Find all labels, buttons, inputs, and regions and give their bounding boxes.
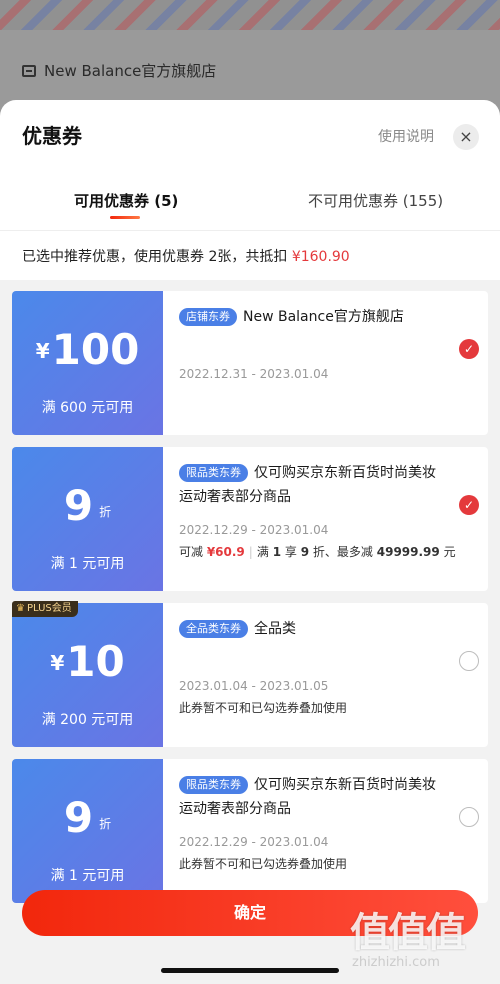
watermark-url: zhizhizhi.com — [352, 955, 440, 970]
coupon-checkbox-checked[interactable]: ✓ — [459, 339, 479, 359]
coupon-validity-date: 2022.12.31 - 2023.01.04 — [179, 367, 329, 381]
sheet-title: 优惠券 — [22, 124, 82, 148]
checkmark-icon: ✓ — [463, 498, 475, 512]
crown-icon: ♛ — [16, 603, 25, 614]
coupon-amount: 9 — [63, 481, 94, 530]
currency-symbol: ¥ — [35, 339, 50, 363]
store-name: New Balance官方旗舰店 — [44, 62, 217, 80]
coupon-value: 9折 — [12, 793, 163, 842]
coupon-details: 限品类东券 仅可购买京东新百货时尚美妆运动奢表部分商品 2022.12.29 - … — [163, 447, 488, 591]
note-discount: 9 — [300, 545, 310, 559]
coupon-card[interactable]: ¥100 满 600 元可用 店铺东券 New Balance官方旗舰店 2022… — [8, 291, 488, 435]
coupon-value-panel: 9折 满 1 元可用 — [8, 759, 163, 903]
coupon-validity-date: 2023.01.04 - 2023.01.05 — [179, 679, 329, 693]
active-tab-indicator — [110, 216, 140, 219]
coupon-checkbox-unchecked[interactable] — [459, 807, 479, 827]
airmail-stripe-decoration — [0, 0, 500, 30]
coupon-value: ¥10 — [12, 637, 163, 686]
close-icon: × — [459, 127, 473, 146]
watermark-logo: 值值值 — [350, 910, 466, 956]
coupon-sheet: 优惠券 使用说明 × 可用优惠券 (5) 不可用优惠券 (155) 已选中推荐优… — [0, 100, 500, 984]
coupon-type-tag: 店铺东券 — [179, 308, 237, 326]
close-button[interactable]: × — [453, 124, 479, 150]
coupon-title: 限品类东券 仅可购买京东新百货时尚美妆运动奢表部分商品 — [179, 461, 441, 509]
note-max-amount: 49999.99 — [376, 545, 440, 559]
coupon-validity-date: 2022.12.29 - 2023.01.04 — [179, 523, 329, 537]
checkmark-icon: ✓ — [463, 342, 475, 356]
note-separator: | — [248, 545, 253, 559]
coupon-type-tag: 限品类东券 — [179, 776, 248, 794]
note-amount: ¥60.9 — [206, 545, 245, 559]
coupon-value: 9折 — [12, 481, 163, 530]
coupon-discount-note: 可减 ¥60.9 | 满 1 享 9 折、最多减 49999.99 元 — [179, 543, 456, 560]
coupon-stacking-note: 此券暂不可和已勾选券叠加使用 — [179, 857, 348, 871]
summary-text: 已选中推荐优惠，使用优惠券 2张，共抵扣 — [22, 249, 292, 265]
coupon-checkbox-unchecked[interactable] — [459, 651, 479, 671]
home-indicator[interactable] — [161, 968, 339, 973]
coupon-title-text: New Balance官方旗舰店 — [243, 309, 404, 325]
note-min-amount: 1 — [272, 545, 282, 559]
coupon-title: 限品类东券 仅可购买京东新百货时尚美妆运动奢表部分商品 — [179, 773, 441, 821]
coupon-details: 全品类东券 全品类 2023.01.04 - 2023.01.05 此券暂不可和已… — [163, 603, 488, 747]
store-icon — [22, 64, 36, 77]
coupon-title-text: 全品类 — [254, 621, 296, 637]
coupon-amount: 100 — [51, 325, 140, 374]
note-prefix: 可减 — [179, 545, 207, 559]
coupon-value-panel: 9折 满 1 元可用 — [8, 447, 163, 591]
discount-unit: 折 — [99, 817, 112, 831]
coupon-condition: 满 600 元可用 — [41, 400, 134, 416]
note-text-e: 折、最多减 — [312, 545, 373, 559]
usage-help-link[interactable]: 使用说明 — [378, 126, 434, 146]
coupon-list[interactable]: ¥100 满 600 元可用 店铺东券 New Balance官方旗舰店 2022… — [0, 280, 500, 984]
store-header[interactable]: New Balance官方旗舰店 — [22, 60, 216, 81]
coupon-stacking-note: 此券暂不可和已勾选券叠加使用 — [179, 701, 348, 715]
coupon-amount: 9 — [63, 793, 94, 842]
coupon-title: 店铺东券 New Balance官方旗舰店 — [179, 305, 441, 329]
tab-available-coupons[interactable]: 可用优惠券 (5) — [74, 190, 178, 211]
summary-amount: ¥160.90 — [291, 249, 350, 265]
coupon-type-tag: 限品类东券 — [179, 464, 248, 482]
coupon-type-tag: 全品类东券 — [179, 620, 248, 638]
discount-unit: 折 — [99, 505, 112, 519]
note-text-c: 享 — [284, 545, 297, 559]
coupon-validity-date: 2022.12.29 - 2023.01.04 — [179, 835, 329, 849]
coupon-value-panel: ¥100 满 600 元可用 — [8, 291, 163, 435]
tab-unavailable-coupons[interactable]: 不可用优惠券 (155) — [308, 190, 443, 211]
selection-summary: 已选中推荐优惠，使用优惠券 2张，共抵扣 ¥160.90 — [22, 246, 350, 266]
coupon-value: ¥100 — [12, 325, 163, 374]
coupon-amount: 10 — [66, 637, 125, 686]
coupon-card[interactable]: 9折 满 1 元可用 限品类东券 仅可购买京东新百货时尚美妆运动奢表部分商品 20… — [8, 447, 488, 591]
coupon-checkbox-checked[interactable]: ✓ — [459, 495, 479, 515]
note-text-g: 元 — [443, 545, 456, 559]
plus-member-badge: ♛ PLUS会员 — [12, 601, 78, 617]
currency-symbol: ¥ — [50, 651, 65, 675]
tabs-divider — [0, 230, 500, 231]
coupon-card[interactable]: 9折 满 1 元可用 限品类东券 仅可购买京东新百货时尚美妆运动奢表部分商品 20… — [8, 759, 488, 903]
coupon-condition: 满 200 元可用 — [41, 712, 134, 728]
plus-badge-label: PLUS会员 — [26, 603, 72, 614]
coupon-value-panel: ¥10 满 200 元可用 — [8, 603, 163, 747]
coupon-card[interactable]: ♛ PLUS会员 ¥10 满 200 元可用 全品类东券 全品类 2023.01.0… — [8, 601, 488, 747]
coupon-details: 限品类东券 仅可购买京东新百货时尚美妆运动奢表部分商品 2022.12.29 - … — [163, 759, 488, 903]
coupon-details: 店铺东券 New Balance官方旗舰店 2022.12.31 - 2023.0… — [163, 291, 488, 435]
coupon-condition: 满 1 元可用 — [50, 868, 125, 884]
coupon-title: 全品类东券 全品类 — [179, 617, 441, 641]
note-text-a: 满 — [256, 545, 269, 559]
coupon-condition: 满 1 元可用 — [50, 556, 125, 572]
